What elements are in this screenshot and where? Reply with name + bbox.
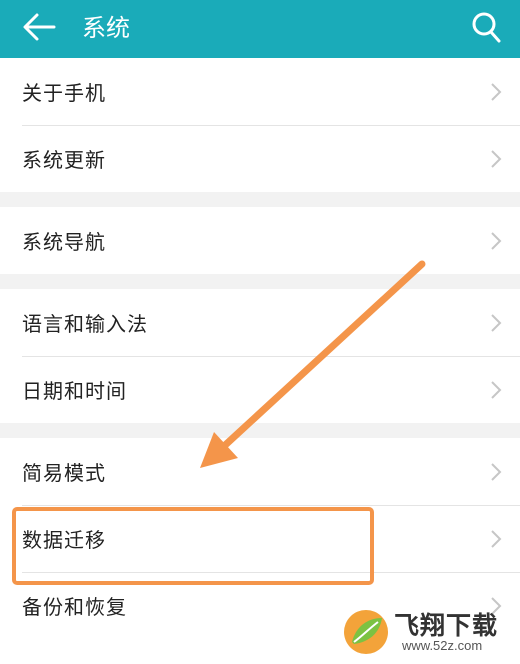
chevron-right-icon	[491, 463, 502, 481]
settings-item-about-phone[interactable]: 关于手机	[0, 58, 520, 125]
settings-item-label: 备份和恢复	[22, 595, 127, 619]
watermark-name: 飞翔下载	[394, 611, 499, 640]
arrow-left-icon[interactable]	[22, 12, 56, 42]
leaf-logo-icon	[344, 610, 388, 654]
settings-item-label: 关于手机	[22, 81, 106, 105]
group-divider	[0, 192, 520, 207]
settings-item-language-input[interactable]: 语言和输入法	[0, 289, 520, 356]
app-header: 系统	[0, 0, 520, 58]
chevron-right-icon	[491, 314, 502, 332]
settings-item-label: 系统导航	[22, 230, 106, 254]
highlight-box	[12, 507, 374, 585]
settings-group: 关于手机 系统更新	[0, 58, 520, 192]
chevron-right-icon	[491, 150, 502, 168]
page-title: 系统	[82, 14, 130, 42]
group-divider	[0, 274, 520, 289]
chevron-right-icon	[491, 83, 502, 101]
settings-item-label: 日期和时间	[22, 379, 127, 403]
settings-item-system-navigation[interactable]: 系统导航	[0, 207, 520, 274]
settings-group: 系统导航	[0, 207, 520, 274]
group-divider	[0, 423, 520, 438]
chevron-right-icon	[491, 381, 502, 399]
settings-item-system-update[interactable]: 系统更新	[0, 125, 520, 192]
settings-item-label: 语言和输入法	[22, 312, 148, 336]
settings-group: 语言和输入法 日期和时间	[0, 289, 520, 423]
chevron-right-icon	[491, 530, 502, 548]
settings-item-simple-mode[interactable]: 简易模式	[0, 438, 520, 505]
chevron-right-icon	[491, 232, 502, 250]
settings-item-label: 系统更新	[22, 148, 106, 172]
search-icon[interactable]	[470, 10, 502, 44]
settings-item-label: 简易模式	[22, 461, 106, 485]
watermark: 飞翔下载 www.52z.com	[342, 604, 518, 660]
settings-item-date-time[interactable]: 日期和时间	[0, 356, 520, 423]
watermark-url: www.52z.com	[402, 638, 483, 653]
